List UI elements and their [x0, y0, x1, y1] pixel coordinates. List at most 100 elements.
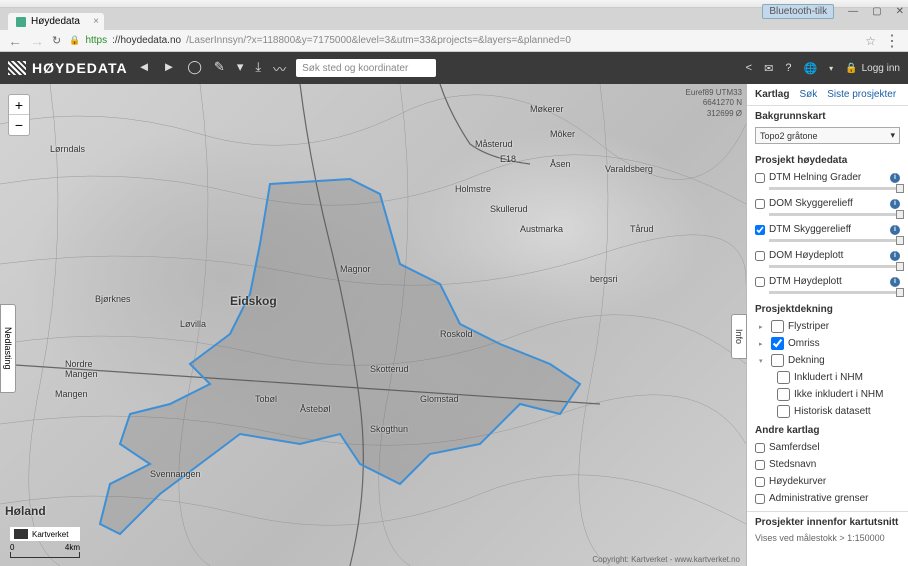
info-icon[interactable]: i: [890, 251, 900, 261]
checkbox-dtm-helning[interactable]: [755, 173, 765, 183]
globe-icon[interactable]: 🌐: [803, 62, 817, 75]
brand-text: HØYDEDATA: [32, 60, 128, 76]
tab-sok[interactable]: Søk: [799, 89, 817, 100]
url-field[interactable]: 🔒 https://hoydedata.no/LaserInnsyn/?x=11…: [69, 35, 857, 46]
slider-dtm-skygge[interactable]: [769, 239, 900, 242]
label-historisk: Historisk datasett: [794, 406, 871, 417]
copyright-text: Copyright: Kartverket - www.kartverket.n…: [592, 555, 740, 564]
tab-close-icon[interactable]: ×: [93, 16, 99, 27]
scale-end: 4km: [65, 543, 80, 552]
checkbox-dom-skygge[interactable]: [755, 199, 765, 209]
checkbox-dtm-hoyde[interactable]: [755, 277, 765, 287]
tool-prev-icon[interactable]: ◄: [138, 59, 151, 78]
place-holand: Høland: [5, 504, 46, 518]
tool-circle-icon[interactable]: ◯: [187, 59, 202, 78]
checkbox-samferdsel[interactable]: [755, 443, 765, 453]
bakgrunn-title: Bakgrunnskart: [747, 106, 908, 125]
zoom-control: + −: [8, 94, 30, 136]
checkbox-hoydekurver[interactable]: [755, 477, 765, 487]
main-area: Eidskog Høland E18 Skotterud Magnor Bjør…: [0, 84, 908, 566]
chevron-right-icon[interactable]: ▸: [759, 323, 767, 331]
sidebar: Info Kartlag Søk Siste prosjekter Bakgru…: [746, 84, 908, 566]
mail-icon[interactable]: ✉: [764, 62, 773, 75]
zoom-in-button[interactable]: +: [9, 95, 29, 115]
help-icon[interactable]: ?: [785, 62, 791, 74]
project-boundary: [0, 84, 746, 566]
info-icon[interactable]: i: [890, 199, 900, 209]
place-roverud: Roskold: [440, 329, 473, 339]
minimize-icon[interactable]: —: [848, 6, 858, 17]
place-skogthun: Skogthun: [370, 424, 408, 434]
bookmark-icon[interactable]: ☆: [865, 34, 876, 48]
bakgrunn-select[interactable]: Topo2 gråtone: [755, 127, 900, 144]
login-button[interactable]: 🔒 Logg inn: [845, 63, 900, 74]
checkbox-ikke-inkludert[interactable]: [777, 388, 790, 401]
label-hoydekurver: Høydekurver: [769, 476, 826, 487]
maximize-icon[interactable]: ▢: [872, 6, 881, 17]
tab-kartlag[interactable]: Kartlag: [755, 89, 789, 100]
reload-button[interactable]: ↻: [52, 34, 61, 47]
browser-tab[interactable]: Høydedata ×: [8, 13, 104, 30]
globe-dropdown-icon[interactable]: ▾: [829, 64, 833, 73]
info-icon[interactable]: i: [890, 225, 900, 235]
slider-handle[interactable]: [896, 288, 904, 297]
checkbox-flystriper[interactable]: [771, 320, 784, 333]
zoom-out-button[interactable]: −: [9, 115, 29, 135]
slider-dtm-helning[interactable]: [769, 187, 900, 190]
slider-dom-hoyde[interactable]: [769, 265, 900, 268]
tab-title: Høydedata: [31, 16, 80, 27]
tool-profile-icon[interactable]: 〰: [273, 59, 286, 78]
place-tobol: Tobøl: [255, 394, 277, 404]
utsnitt-hint: Vises ved målestokk > 1:150000: [747, 531, 908, 553]
label-omriss: Omriss: [788, 338, 820, 349]
coordinate-display: Euref89 UTM33 6641270 N 312699 Ø: [686, 88, 742, 119]
place-skotterud: Skotterud: [370, 364, 409, 374]
chevron-right-icon[interactable]: ▸: [759, 340, 767, 348]
checkbox-admin[interactable]: [755, 494, 765, 504]
place-asen: Åsen: [550, 159, 571, 169]
tree-historisk: Historisk datasett: [747, 403, 908, 420]
tool-dropdown-icon[interactable]: ▾: [237, 59, 244, 78]
coord-east: 312699 Ø: [686, 109, 742, 119]
browser-menu-icon[interactable]: ⋮: [884, 31, 900, 51]
checkbox-dtm-skygge[interactable]: [755, 225, 765, 235]
place-maker: Môker: [550, 129, 575, 139]
checkbox-dekning[interactable]: [771, 354, 784, 367]
layer-dom-hoyde: DOM Høydeplotti: [747, 247, 908, 264]
brand-logo[interactable]: HØYDEDATA: [8, 60, 128, 76]
checkbox-inkludert[interactable]: [777, 371, 790, 384]
back-button[interactable]: ←: [8, 33, 22, 49]
checkbox-dom-hoyde[interactable]: [755, 251, 765, 261]
slider-handle[interactable]: [896, 210, 904, 219]
tool-download-icon[interactable]: ⤓: [255, 59, 261, 78]
share-icon[interactable]: <: [746, 62, 752, 74]
row-samferdsel: Samferdsel: [747, 439, 908, 456]
checkbox-historisk[interactable]: [777, 405, 790, 418]
close-icon[interactable]: ✕: [896, 6, 904, 17]
info-icon[interactable]: i: [890, 173, 900, 183]
slider-handle[interactable]: [896, 236, 904, 245]
label-dtm-skygge: DTM Skyggerelieff: [769, 224, 886, 235]
attribution-box: Kartverket: [10, 527, 80, 541]
place-eidskog: Eidskog: [230, 294, 277, 308]
tool-next-icon[interactable]: ►: [162, 59, 175, 78]
label-dom-skygge: DOM Skyggerelieff: [769, 198, 886, 209]
map-canvas[interactable]: Eidskog Høland E18 Skotterud Magnor Bjør…: [0, 84, 746, 566]
label-dekning: Dekning: [788, 355, 825, 366]
download-tab[interactable]: Nedlasting: [0, 304, 16, 393]
checkbox-omriss[interactable]: [771, 337, 784, 350]
slider-dtm-hoyde[interactable]: [769, 291, 900, 294]
url-scheme: https: [85, 35, 107, 46]
tab-siste[interactable]: Siste prosjekter: [827, 89, 896, 100]
slider-dom-skygge[interactable]: [769, 213, 900, 216]
dekning-title: Prosjektdekning: [747, 299, 908, 318]
slider-handle[interactable]: [896, 184, 904, 193]
slider-handle[interactable]: [896, 262, 904, 271]
label-admin: Administrative grenser: [769, 493, 868, 504]
checkbox-stedsnavn[interactable]: [755, 460, 765, 470]
search-input[interactable]: Søk sted og koordinater: [296, 59, 436, 77]
chevron-down-icon[interactable]: ▾: [759, 357, 767, 365]
tool-edit-icon[interactable]: ✎: [214, 59, 225, 78]
info-icon[interactable]: i: [890, 277, 900, 287]
info-tab[interactable]: Info: [731, 314, 747, 359]
